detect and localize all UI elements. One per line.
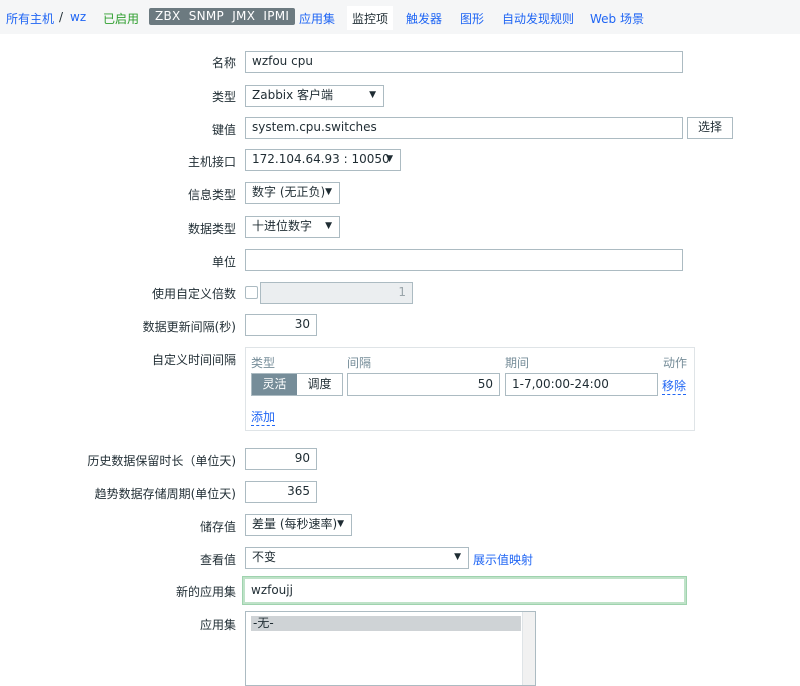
update-interval-input[interactable]: 30 — [245, 314, 317, 336]
type-label: 类型 — [211, 90, 236, 104]
availability-ipmi: IPMI — [263, 9, 290, 23]
info-type-label: 信息类型 — [187, 188, 236, 202]
tab-graphs[interactable]: 图形 — [460, 10, 484, 27]
breadcrumb-separator: / — [59, 10, 64, 24]
new-application-label: 新的应用集 — [175, 585, 236, 599]
store-value-select[interactable]: 差量 (每秒速率) — [245, 514, 352, 536]
name-label: 名称 — [211, 56, 236, 70]
tab-discovery-rules[interactable]: 自动发现规则 — [502, 10, 574, 27]
value-mapping-link[interactable]: 展示值映射 — [473, 551, 533, 568]
units-label: 单位 — [211, 255, 236, 269]
key-select-button[interactable]: 选择 — [687, 117, 733, 139]
application-option-none[interactable]: -无- — [251, 616, 521, 631]
mode-flexible-button[interactable]: 灵活 — [252, 374, 297, 395]
column-period-header: 期间 — [505, 356, 530, 370]
units-input[interactable] — [245, 249, 683, 271]
show-value-label: 查看值 — [199, 553, 236, 567]
new-application-input[interactable]: wzfoujj — [243, 577, 686, 604]
custom-intervals-label: 自定义时间间隔 — [151, 353, 236, 367]
applications-listbox[interactable]: -无- — [245, 611, 536, 686]
name-input[interactable]: wzfou cpu — [245, 51, 683, 73]
availability-zbx: ZBX — [155, 9, 181, 23]
add-interval-link[interactable]: 添加 — [251, 408, 276, 426]
column-action-header: 动作 — [663, 356, 688, 370]
listbox-scrollbar[interactable] — [522, 612, 535, 685]
key-input[interactable]: system.cpu.switches — [245, 117, 683, 139]
tab-triggers[interactable]: 触发器 — [406, 10, 442, 27]
info-type-select[interactable]: 数字 (无正负) — [245, 182, 340, 204]
multiplier-label: 使用自定义倍数 — [151, 287, 236, 301]
data-type-select[interactable]: 十进位数字 — [245, 216, 340, 238]
availability-snmp: SNMP — [188, 9, 225, 23]
tab-applications[interactable]: 应用集 — [299, 10, 335, 27]
mode-scheduling-button[interactable]: 调度 — [297, 374, 342, 395]
column-interval-header: 间隔 — [347, 356, 372, 370]
tab-web-scenarios[interactable]: Web 场景 — [590, 10, 644, 27]
data-type-label: 数据类型 — [187, 222, 236, 236]
host-navigation-bar: 所有主机 / wz 已启用 ZBX SNMP JMX IPMI 应用集 监控项 … — [0, 0, 800, 34]
breadcrumb-host[interactable]: wz — [70, 10, 86, 24]
interface-label: 主机接口 — [187, 155, 236, 169]
period-input[interactable]: 1-7,00:00-24:00 — [505, 373, 658, 396]
history-input[interactable]: 90 — [245, 448, 317, 470]
update-interval-label: 数据更新间隔(秒) — [142, 320, 236, 334]
availability-badges: ZBX SNMP JMX IPMI — [149, 8, 296, 25]
key-label: 键值 — [211, 123, 236, 137]
breadcrumb-all-hosts[interactable]: 所有主机 — [6, 10, 54, 27]
store-value-label: 储存值 — [199, 520, 236, 534]
host-status-enabled[interactable]: 已启用 — [103, 10, 139, 27]
history-label: 历史数据保留时长（单位天) — [87, 454, 236, 468]
custom-intervals-table: 类型 间隔 期间 动作 灵活 调度 50 1-7,00:00-24:00 移除 … — [245, 347, 695, 431]
remove-interval-link[interactable]: 移除 — [662, 377, 687, 395]
trends-input[interactable]: 365 — [245, 481, 317, 503]
type-select[interactable]: Zabbix 客户端 — [245, 85, 384, 107]
multiplier-checkbox[interactable] — [245, 286, 258, 299]
tab-items[interactable]: 监控项 — [347, 6, 394, 30]
column-type-header: 类型 — [251, 356, 276, 370]
multiplier-input[interactable]: 1 — [260, 282, 413, 304]
interval-mode-toggle: 灵活 调度 — [251, 373, 343, 396]
show-value-select[interactable]: 不变 — [245, 547, 469, 569]
interface-select[interactable]: 172.104.64.93 : 10050 — [245, 149, 401, 171]
trends-label: 趋势数据存储周期(单位天) — [94, 487, 236, 501]
interval-input[interactable]: 50 — [347, 373, 500, 396]
availability-jmx: JMX — [232, 9, 256, 23]
applications-label: 应用集 — [199, 618, 236, 632]
